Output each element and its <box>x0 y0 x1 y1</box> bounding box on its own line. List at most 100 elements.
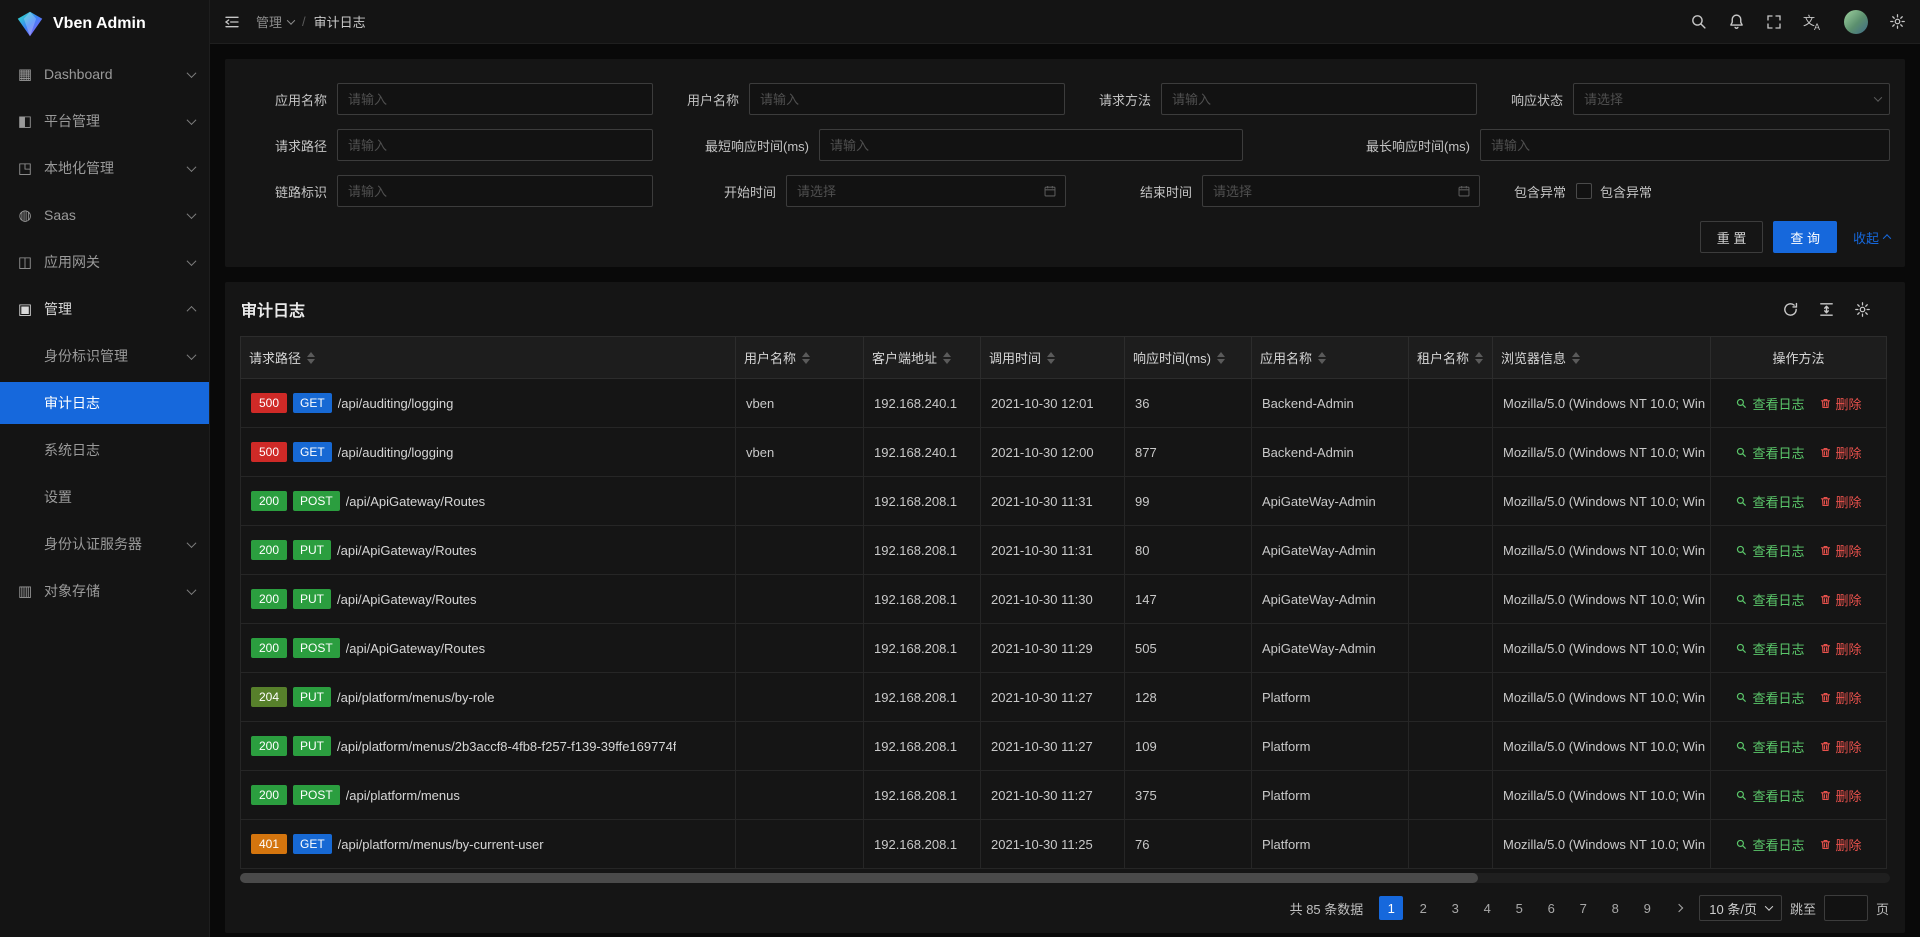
settings-icon[interactable] <box>1889 13 1906 30</box>
app-name-cell: Platform <box>1252 722 1409 771</box>
trash-icon <box>1819 446 1832 459</box>
sort-icons[interactable] <box>1047 352 1055 364</box>
jump-page-input[interactable] <box>1824 895 1868 921</box>
response-status-select[interactable] <box>1573 83 1890 115</box>
view-log-button[interactable]: 查看日志 <box>1735 590 1804 609</box>
request-path: /api/ApiGateway/Routes <box>337 543 476 558</box>
delete-button[interactable]: 删除 <box>1819 835 1862 854</box>
sidebar-item-身份认证服务器[interactable]: 身份认证服务器 <box>0 523 209 565</box>
sidebar-item-审计日志[interactable]: 审计日志 <box>0 382 209 424</box>
sidebar-item-应用网关[interactable]: ◫ 应用网关 <box>0 241 209 283</box>
method-badge: POST <box>293 491 340 511</box>
horizontal-scrollbar[interactable] <box>240 873 1890 883</box>
sort-icons[interactable] <box>1318 352 1326 364</box>
next-page-button[interactable] <box>1667 896 1691 920</box>
sidebar-item-对象存储[interactable]: ▥ 对象存储 <box>0 570 209 612</box>
avatar[interactable] <box>1844 10 1868 34</box>
column-header-browser[interactable]: 浏览器信息 <box>1493 337 1711 379</box>
view-log-button[interactable]: 查看日志 <box>1735 443 1804 462</box>
sidebar-item-身份标识管理[interactable]: 身份标识管理 <box>0 335 209 377</box>
sort-icons[interactable] <box>943 352 951 364</box>
end-time-picker[interactable] <box>1202 175 1480 207</box>
search-icon[interactable] <box>1690 13 1707 30</box>
page-button-5[interactable]: 5 <box>1507 896 1531 920</box>
client-address-cell: 192.168.240.1 <box>864 428 981 477</box>
request-method-input[interactable] <box>1161 83 1477 115</box>
page-button-8[interactable]: 8 <box>1603 896 1627 920</box>
delete-button[interactable]: 删除 <box>1819 688 1862 707</box>
page-button-9[interactable]: 9 <box>1635 896 1659 920</box>
reset-button[interactable]: 重 置 <box>1700 221 1764 253</box>
include-exception-checkbox[interactable] <box>1576 183 1592 199</box>
view-log-button[interactable]: 查看日志 <box>1735 492 1804 511</box>
view-log-button[interactable]: 查看日志 <box>1735 394 1804 413</box>
column-height-icon[interactable] <box>1818 301 1835 318</box>
sidebar-item-系统日志[interactable]: 系统日志 <box>0 429 209 471</box>
breadcrumb-parent[interactable]: 管理 <box>256 12 294 31</box>
delete-button[interactable]: 删除 <box>1819 443 1862 462</box>
trace-id-input[interactable] <box>337 175 653 207</box>
jump-unit: 页 <box>1876 899 1889 918</box>
translate-icon[interactable]: 文 A <box>1803 13 1823 31</box>
column-header-resp_ms[interactable]: 响应时间(ms) <box>1125 337 1252 379</box>
max-response-time-input[interactable] <box>1480 129 1890 161</box>
view-log-button[interactable]: 查看日志 <box>1735 737 1804 756</box>
page-button-3[interactable]: 3 <box>1443 896 1467 920</box>
delete-button[interactable]: 删除 <box>1819 492 1862 511</box>
table-toolbar <box>1782 301 1889 318</box>
client-address-cell: 192.168.208.1 <box>864 624 981 673</box>
column-header-actions[interactable]: 操作方法 <box>1711 337 1887 379</box>
min-response-time-input[interactable] <box>819 129 1243 161</box>
app-name-input[interactable] <box>337 83 653 115</box>
delete-button[interactable]: 删除 <box>1819 394 1862 413</box>
start-time-picker[interactable] <box>786 175 1066 207</box>
column-header-app[interactable]: 应用名称 <box>1252 337 1409 379</box>
column-header-time[interactable]: 调用时间 <box>981 337 1125 379</box>
view-log-button[interactable]: 查看日志 <box>1735 541 1804 560</box>
sidebar-item-Saas[interactable]: ◍ Saas <box>0 194 209 236</box>
collapse-link[interactable]: 收起 <box>1853 228 1890 247</box>
query-button[interactable]: 查 询 <box>1773 221 1837 253</box>
view-log-button[interactable]: 查看日志 <box>1735 639 1804 658</box>
user-name-input[interactable] <box>749 83 1065 115</box>
delete-button[interactable]: 删除 <box>1819 737 1862 756</box>
sidebar-item-Dashboard[interactable]: ▦ Dashboard <box>0 53 209 95</box>
refresh-icon[interactable] <box>1782 301 1799 318</box>
sort-icons[interactable] <box>1572 352 1580 364</box>
method-badge: PUT <box>293 687 331 707</box>
method-badge: POST <box>293 638 340 658</box>
page-button-2[interactable]: 2 <box>1411 896 1435 920</box>
delete-button[interactable]: 删除 <box>1819 590 1862 609</box>
sort-icons[interactable] <box>1475 352 1483 364</box>
column-header-client[interactable]: 客户端地址 <box>864 337 981 379</box>
sidebar-item-平台管理[interactable]: ◧ 平台管理 <box>0 100 209 142</box>
sidebar-item-本地化管理[interactable]: ◳ 本地化管理 <box>0 147 209 189</box>
sidebar-item-管理[interactable]: ▣ 管理 <box>0 288 209 330</box>
fullscreen-icon[interactable] <box>1766 14 1782 30</box>
view-log-button[interactable]: 查看日志 <box>1735 835 1804 854</box>
sidebar-item-设置[interactable]: 设置 <box>0 476 209 518</box>
delete-button[interactable]: 删除 <box>1819 786 1862 805</box>
table-settings-icon[interactable] <box>1854 301 1871 318</box>
logo[interactable]: Vben Admin <box>0 0 209 48</box>
page-button-7[interactable]: 7 <box>1571 896 1595 920</box>
column-header-tenant[interactable]: 租户名称 <box>1409 337 1493 379</box>
page-button-1[interactable]: 1 <box>1379 896 1403 920</box>
view-log-button[interactable]: 查看日志 <box>1735 688 1804 707</box>
scrollbar-thumb[interactable] <box>240 873 1478 883</box>
column-header-path[interactable]: 请求路径 <box>241 337 736 379</box>
bell-icon[interactable] <box>1728 13 1745 30</box>
delete-button[interactable]: 删除 <box>1819 541 1862 560</box>
page-size-select[interactable]: 10 条/页 <box>1699 895 1782 921</box>
page-button-4[interactable]: 4 <box>1475 896 1499 920</box>
sort-icons[interactable] <box>1217 352 1225 364</box>
column-header-user[interactable]: 用户名称 <box>736 337 864 379</box>
filter-include-exception: 包含异常 包含异常 <box>1480 175 1890 207</box>
delete-button[interactable]: 删除 <box>1819 639 1862 658</box>
request-path-input[interactable] <box>337 129 653 161</box>
view-log-button[interactable]: 查看日志 <box>1735 786 1804 805</box>
sort-icons[interactable] <box>307 352 315 364</box>
sort-icons[interactable] <box>802 352 810 364</box>
page-button-6[interactable]: 6 <box>1539 896 1563 920</box>
menu-fold-icon[interactable] <box>224 14 240 30</box>
